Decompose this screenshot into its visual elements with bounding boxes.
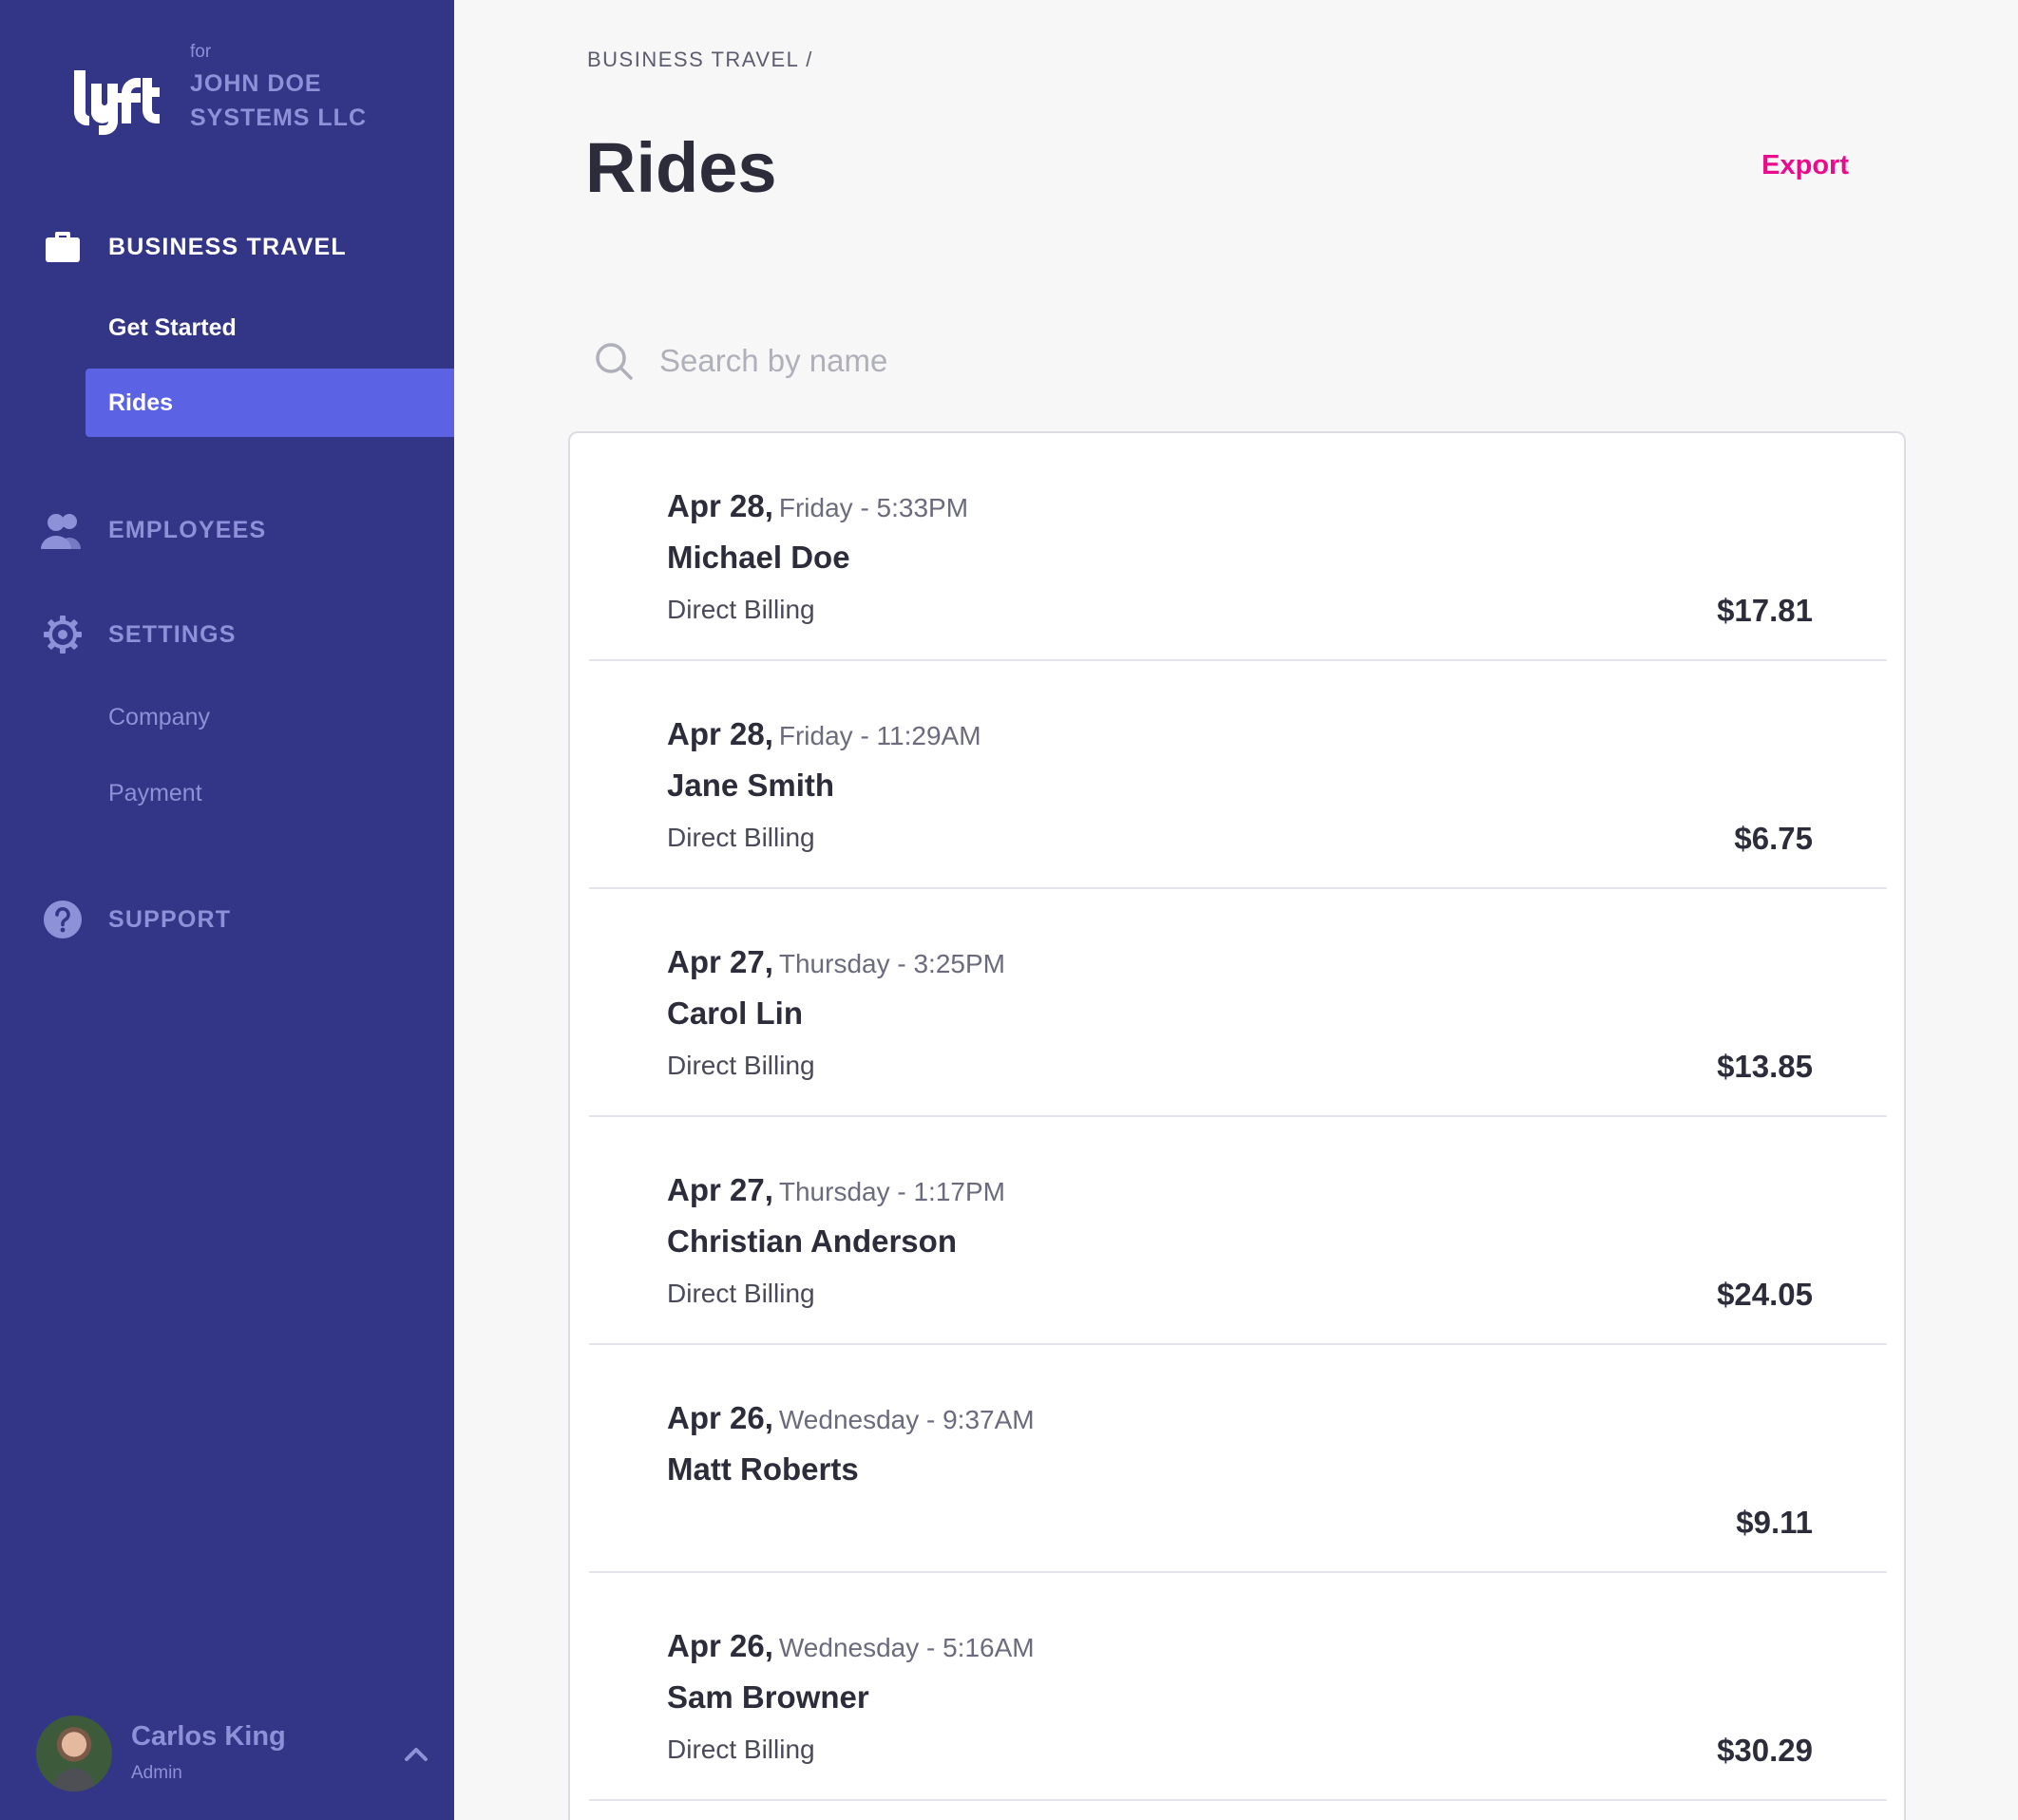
- user-role: Admin: [131, 1763, 182, 1783]
- ride-day-time: Thursday - 3:25PM: [778, 949, 1005, 978]
- ride-row[interactable]: Apr 26, Wednesday - 9:37AM Matt Roberts $…: [589, 1345, 1887, 1573]
- lyft-logo[interactable]: [70, 66, 165, 135]
- user-name: Carlos King: [131, 1721, 286, 1752]
- ride-day-time: Friday - 5:33PM: [778, 493, 969, 522]
- ride-price: $6.75: [1734, 821, 1813, 856]
- ride-row[interactable]: Apr 28, Friday - 11:29AM Jane Smith Direc…: [589, 661, 1887, 889]
- sidebar-section-label: SETTINGS: [108, 620, 237, 648]
- rides-list: Apr 28, Friday - 5:33PM Michael Doe Direc…: [568, 431, 1906, 1820]
- brand-company-line1: JOHN DOE: [190, 70, 322, 97]
- brand-company-name: JOHN DOE SYSTEMS LLC: [190, 66, 437, 135]
- sidebar-item-label: Get Started: [108, 313, 237, 341]
- question-icon: [38, 895, 87, 944]
- sidebar-item-label: Company: [108, 703, 210, 730]
- chevron-up-icon[interactable]: [397, 1735, 435, 1773]
- ride-date: Apr 28, Friday - 11:29AM: [667, 716, 981, 752]
- ride-price: $9.11: [1736, 1505, 1813, 1540]
- ride-date-text: Apr 28,: [667, 488, 773, 523]
- ride-date: Apr 27, Thursday - 3:25PM: [667, 944, 1005, 980]
- ride-date-text: Apr 27,: [667, 1172, 773, 1207]
- ride-billing: Direct Billing: [667, 1735, 815, 1764]
- sidebar-section-label: EMPLOYEES: [108, 516, 267, 543]
- ride-row[interactable]: Apr 28, Friday - 5:33PM Michael Doe Direc…: [589, 433, 1887, 661]
- ride-rider-name: Matt Roberts: [667, 1451, 859, 1487]
- ride-row[interactable]: Apr 27, Thursday - 1:17PM Christian Ander…: [589, 1117, 1887, 1345]
- ride-date: Apr 26, Wednesday - 5:16AM: [667, 1628, 1035, 1664]
- ride-price: $17.81: [1717, 593, 1813, 628]
- sidebar-section-settings[interactable]: SETTINGS: [0, 606, 454, 663]
- ride-rider-name: Jane Smith: [667, 768, 835, 803]
- briefcase-icon: [38, 222, 87, 272]
- ride-date: Apr 28, Friday - 5:33PM: [667, 488, 968, 524]
- breadcrumb[interactable]: BUSINESS TRAVEL /: [587, 47, 813, 72]
- ride-day-time: Friday - 11:29AM: [778, 721, 981, 750]
- sidebar-section-business-travel[interactable]: BUSINESS TRAVEL: [0, 218, 454, 275]
- search-bar: [593, 332, 1828, 389]
- ride-date: Apr 26, Wednesday - 9:37AM: [667, 1400, 1035, 1436]
- export-button[interactable]: Export: [1761, 150, 1849, 181]
- ride-billing: Direct Billing: [667, 1279, 815, 1308]
- gear-icon: [38, 610, 87, 659]
- brand-company-line2: SYSTEMS LLC: [190, 104, 368, 131]
- ride-rider-name: Michael Doe: [667, 540, 850, 575]
- sidebar-item-rides[interactable]: Rides: [86, 369, 454, 437]
- sidebar: for JOHN DOE SYSTEMS LLC BUSINESS TRAVEL…: [0, 0, 454, 1820]
- brand-for-label: for: [190, 42, 212, 62]
- people-icon: [38, 505, 87, 555]
- ride-billing: Direct Billing: [667, 1051, 815, 1080]
- sidebar-section-label: BUSINESS TRAVEL: [108, 233, 347, 260]
- ride-billing: Direct Billing: [667, 595, 815, 624]
- ride-rider-name: Sam Browner: [667, 1679, 869, 1715]
- user-profile[interactable]: Carlos King Admin: [36, 1716, 435, 1795]
- ride-day-time: Wednesday - 9:37AM: [778, 1405, 1035, 1434]
- search-icon: [593, 340, 635, 382]
- sidebar-item-payment[interactable]: Payment: [86, 759, 454, 827]
- sidebar-item-get-started[interactable]: Get Started: [86, 294, 454, 362]
- sidebar-item-company[interactable]: Company: [86, 683, 454, 751]
- ride-price: $30.29: [1717, 1733, 1813, 1768]
- page-title: Rides: [585, 128, 777, 207]
- ride-date-text: Apr 28,: [667, 716, 773, 751]
- ride-price: $13.85: [1717, 1049, 1813, 1084]
- ride-row[interactable]: Apr 26, Wednesday - 5:16AM Sam Browner Di…: [589, 1573, 1887, 1801]
- ride-price: $24.05: [1717, 1277, 1813, 1312]
- ride-billing: Direct Billing: [667, 823, 815, 852]
- ride-date-text: Apr 27,: [667, 944, 773, 979]
- search-input[interactable]: [659, 332, 1799, 389]
- ride-row[interactable]: Apr 27, Thursday - 3:25PM Carol Lin Direc…: [589, 889, 1887, 1117]
- sidebar-section-label: SUPPORT: [108, 905, 232, 933]
- brand: for JOHN DOE SYSTEMS LLC: [70, 38, 431, 142]
- ride-rider-name: Carol Lin: [667, 995, 804, 1031]
- ride-rider-name: Christian Anderson: [667, 1223, 957, 1259]
- sidebar-section-support[interactable]: SUPPORT: [0, 891, 454, 948]
- ride-date-text: Apr 26,: [667, 1400, 773, 1435]
- lyft-logo-mark: [73, 70, 160, 135]
- sidebar-section-employees[interactable]: EMPLOYEES: [0, 502, 454, 559]
- ride-date: Apr 27, Thursday - 1:17PM: [667, 1172, 1005, 1208]
- ride-date-text: Apr 26,: [667, 1628, 773, 1663]
- ride-day-time: Wednesday - 5:16AM: [778, 1633, 1035, 1662]
- sidebar-item-label: Rides: [108, 389, 174, 416]
- ride-day-time: Thursday - 1:17PM: [778, 1177, 1005, 1206]
- sidebar-item-label: Payment: [108, 779, 202, 806]
- avatar: [36, 1716, 112, 1792]
